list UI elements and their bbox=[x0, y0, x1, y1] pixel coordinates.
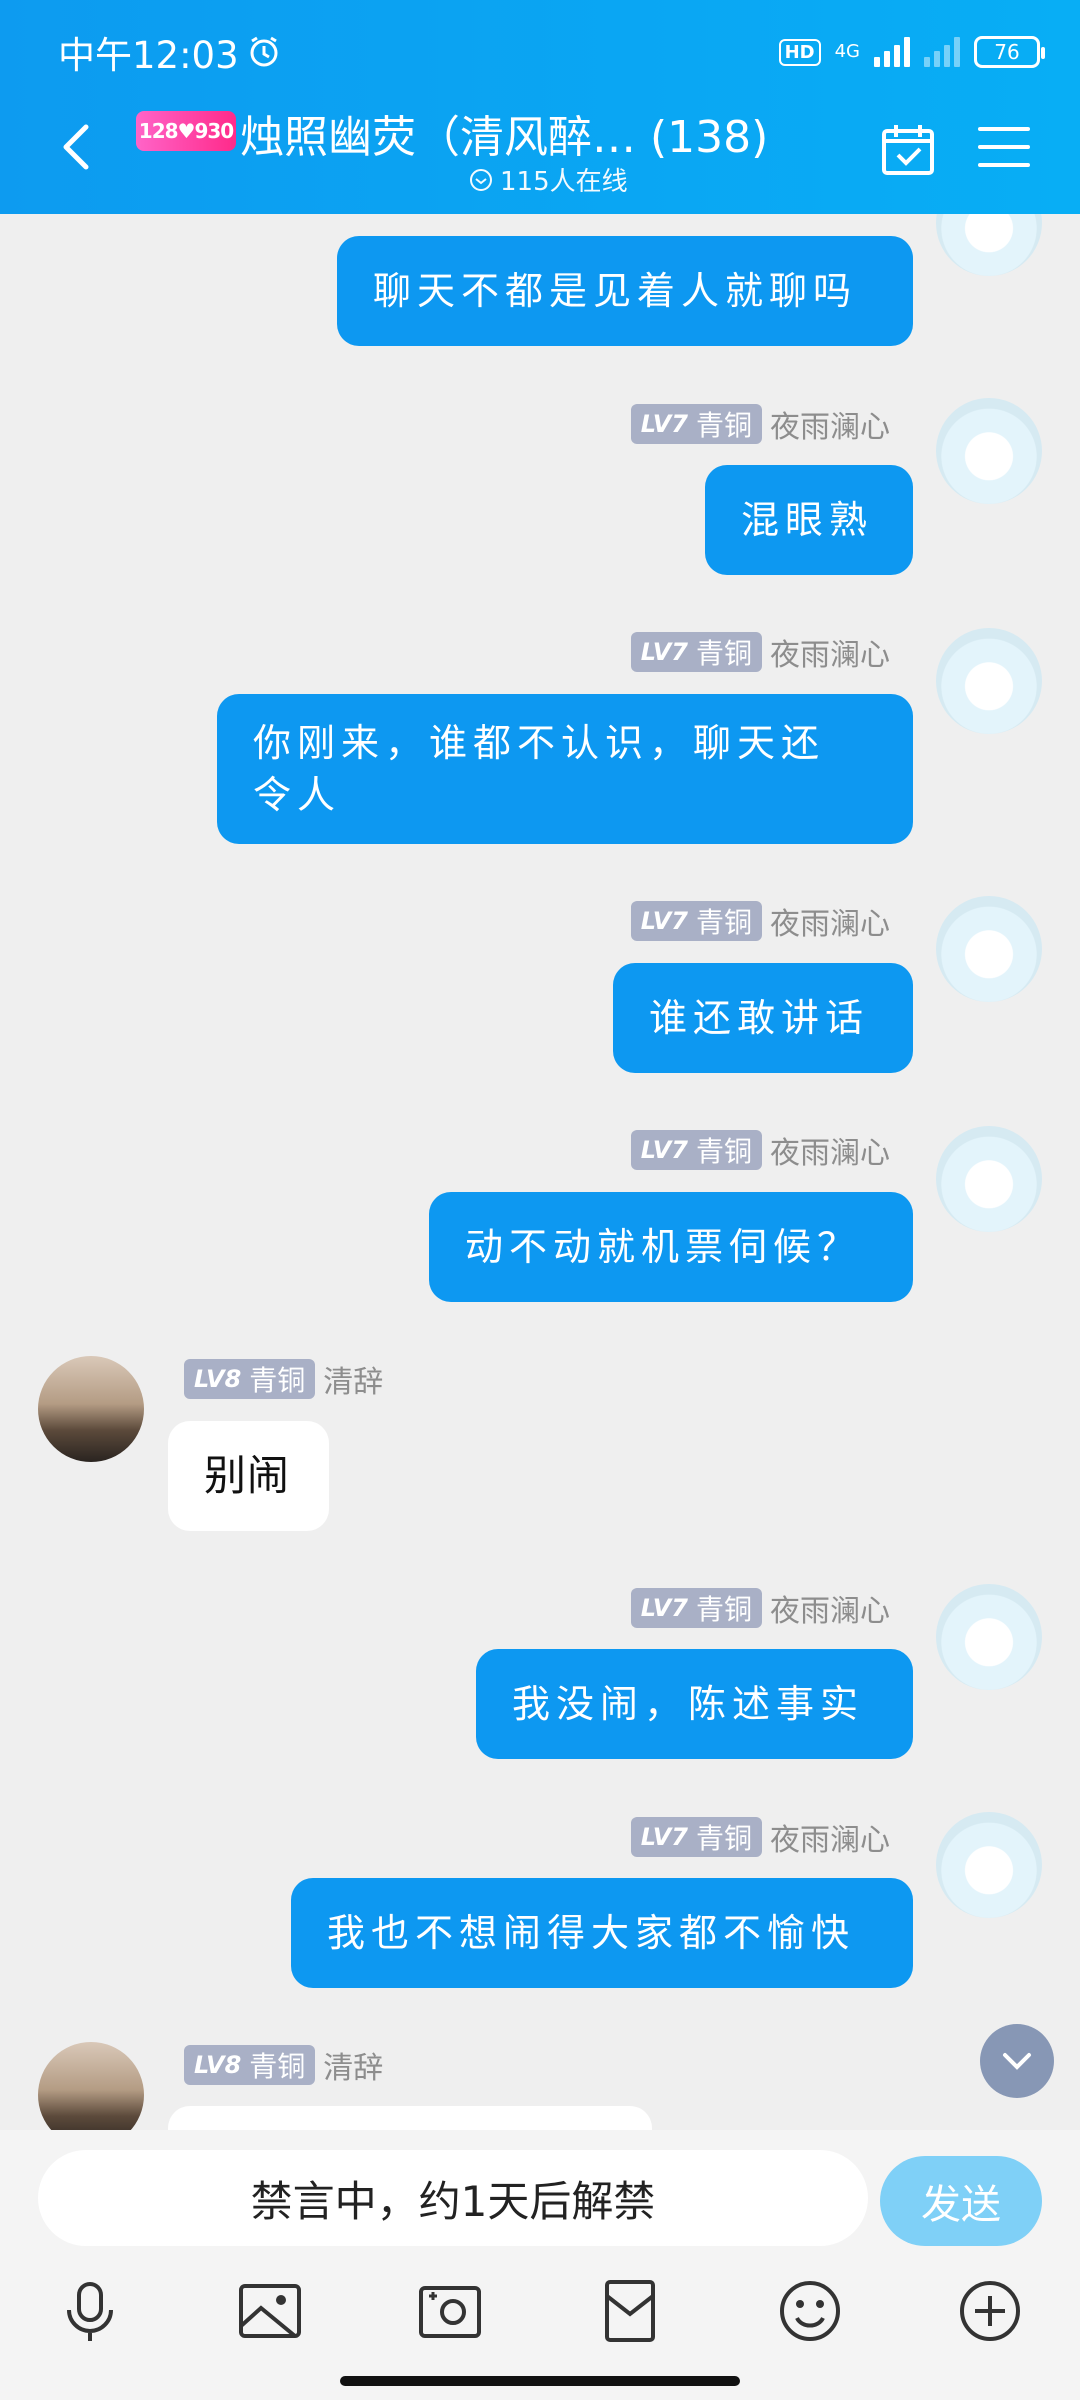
level-badge: LV7 青铜 bbox=[630, 1817, 762, 1857]
avatar[interactable] bbox=[936, 628, 1042, 734]
message-bubble[interactable]: 混眼熟 bbox=[705, 465, 913, 575]
signal-2-icon bbox=[924, 37, 960, 67]
scroll-down-button[interactable] bbox=[980, 2024, 1054, 2098]
status-icons: HD 4G 76 bbox=[778, 36, 1045, 68]
level-badge: LV7 青铜 bbox=[630, 1130, 762, 1170]
level-text: LV7 bbox=[640, 410, 688, 438]
level-text: LV7 bbox=[640, 1823, 688, 1851]
message-bubble[interactable]: 别闹 bbox=[168, 1421, 329, 1531]
level-badge: LV7 青铜 bbox=[630, 632, 762, 672]
sender-name[interactable]: 夜雨澜心 bbox=[770, 402, 890, 446]
level-text: LV8 bbox=[194, 2051, 242, 2079]
avatar[interactable] bbox=[38, 1356, 144, 1462]
message-meta: LV7 青铜 夜雨澜心 bbox=[630, 899, 890, 943]
rank-text: 青铜 bbox=[249, 2050, 306, 2083]
message-meta: LV7 青铜 夜雨澜心 bbox=[630, 1815, 890, 1859]
message-text: 我也不想闹得大家都不愉快 bbox=[327, 1911, 856, 1955]
microphone-icon[interactable] bbox=[55, 2276, 125, 2346]
sender-name[interactable]: 夜雨澜心 bbox=[770, 1815, 890, 1859]
rank-text: 青铜 bbox=[695, 906, 752, 939]
red-packet-icon[interactable] bbox=[595, 2276, 665, 2346]
level-badge: LV7 青铜 bbox=[630, 404, 762, 444]
network-type: 4G bbox=[834, 41, 860, 62]
rank-text: 青铜 bbox=[695, 637, 752, 670]
emoji-icon[interactable] bbox=[775, 2276, 845, 2346]
message-meta: LV7 青铜 夜雨澜心 bbox=[630, 630, 890, 674]
sender-name[interactable]: 清辞 bbox=[323, 1357, 383, 1401]
level-text: LV7 bbox=[640, 1594, 688, 1622]
camera-icon[interactable] bbox=[415, 2276, 485, 2346]
sender-name[interactable]: 夜雨澜心 bbox=[770, 1128, 890, 1172]
battery-level: 76 bbox=[994, 40, 1020, 64]
toolbar bbox=[0, 2270, 1080, 2360]
level-text: LV7 bbox=[640, 907, 688, 935]
level-badge: LV7 青铜 bbox=[630, 901, 762, 941]
hd-icon: HD bbox=[778, 38, 821, 66]
message-meta: LV7 青铜 夜雨澜心 bbox=[630, 1586, 890, 1630]
message-bubble[interactable]: 你刚来，谁都不认识，聊天还 令人 bbox=[217, 694, 913, 844]
message-bubble[interactable]: 聊天不都是见着人就聊吗 bbox=[337, 236, 913, 346]
level-badge: LV7 青铜 bbox=[630, 1588, 762, 1628]
plus-icon[interactable] bbox=[955, 2276, 1025, 2346]
signal-icon bbox=[874, 37, 910, 67]
message-bubble[interactable]: 我没闹，陈述事实 bbox=[476, 1649, 913, 1759]
menu-icon[interactable] bbox=[976, 123, 1032, 171]
online-icon bbox=[470, 168, 492, 191]
input-bar: 禁言中，约1天后解禁 发送 bbox=[0, 2130, 1080, 2400]
message-text-line2: 令人 bbox=[253, 773, 342, 817]
level-badge: LV8 青铜 bbox=[184, 1359, 316, 1399]
image-icon[interactable] bbox=[235, 2276, 305, 2346]
level-text: LV7 bbox=[640, 1136, 688, 1164]
home-indicator[interactable] bbox=[340, 2376, 740, 2386]
sender-name[interactable]: 清辞 bbox=[323, 2043, 383, 2087]
sender-name[interactable]: 夜雨澜心 bbox=[770, 1586, 890, 1630]
status-bar: 中午12:03 HD 4G 76 bbox=[58, 25, 1045, 79]
message-bubble[interactable]: 谁还敢讲话 bbox=[613, 963, 913, 1073]
avatar[interactable] bbox=[936, 1584, 1042, 1690]
message-bubble[interactable]: 我也不想闹得大家都不愉快 bbox=[291, 1878, 913, 1988]
message-bubble[interactable]: 动不动就机票伺候？ bbox=[429, 1192, 913, 1302]
avatar[interactable] bbox=[936, 1126, 1042, 1232]
message-text: 动不动就机票伺候？ bbox=[465, 1225, 862, 1269]
level-text: LV8 bbox=[194, 1365, 242, 1393]
avatar[interactable] bbox=[936, 1812, 1042, 1918]
back-icon[interactable] bbox=[48, 117, 108, 177]
calendar-checkin-icon[interactable] bbox=[878, 119, 938, 179]
sender-name[interactable]: 夜雨澜心 bbox=[770, 899, 890, 943]
send-button[interactable]: 发送 bbox=[880, 2156, 1042, 2246]
avatar[interactable] bbox=[936, 398, 1042, 504]
group-tag: 128♥930 bbox=[136, 111, 236, 151]
message-meta: LV7 青铜 夜雨澜心 bbox=[630, 1128, 890, 1172]
message-text: 混眼熟 bbox=[741, 498, 874, 542]
level-badge: LV8 青铜 bbox=[184, 2045, 316, 2085]
rank-text: 青铜 bbox=[695, 1135, 752, 1168]
status-time: 中午12:03 bbox=[58, 34, 239, 77]
online-count[interactable]: 115人在线 bbox=[468, 161, 628, 198]
nav-row: 128♥930 烛照幽荧（清风醉… (138) 115人在线 bbox=[0, 95, 1080, 205]
group-title[interactable]: 烛照幽荧（清风醉… (138) bbox=[240, 101, 768, 165]
status-time-group: 中午12:03 bbox=[58, 25, 281, 79]
rank-text: 青铜 bbox=[249, 1364, 306, 1397]
top-header: 中午12:03 HD 4G 76 128♥930 烛照幽荧（清风醉… (138)… bbox=[0, 0, 1080, 214]
message-text: 聊天不都是见着人就聊吗 bbox=[373, 269, 858, 313]
battery-icon: 76 bbox=[974, 36, 1045, 68]
message-meta: LV8 青铜 清辞 bbox=[184, 1357, 383, 1401]
message-text: 谁还敢讲话 bbox=[649, 996, 870, 1040]
alarm-icon bbox=[250, 36, 278, 67]
rank-text: 青铜 bbox=[695, 409, 752, 442]
online-text: 115人在线 bbox=[500, 167, 628, 197]
rank-text: 青铜 bbox=[695, 1822, 752, 1855]
chevron-down-icon bbox=[1003, 2053, 1031, 2070]
message-text: 别闹 bbox=[204, 1451, 291, 1500]
sender-name[interactable]: 夜雨澜心 bbox=[770, 630, 890, 674]
rank-text: 青铜 bbox=[695, 1593, 752, 1626]
muted-notice: 禁言中，约1天后解禁 bbox=[250, 2176, 656, 2226]
message-meta: LV7 青铜 夜雨澜心 bbox=[630, 402, 890, 446]
message-text: 你刚来，谁都不认识，聊天还 bbox=[253, 721, 826, 765]
level-text: LV7 bbox=[640, 638, 688, 666]
message-text: 我没闹，陈述事实 bbox=[512, 1682, 865, 1726]
message-meta: LV8 青铜 清辞 bbox=[184, 2043, 383, 2087]
message-input[interactable]: 禁言中，约1天后解禁 bbox=[38, 2150, 868, 2246]
avatar[interactable] bbox=[936, 896, 1042, 1002]
